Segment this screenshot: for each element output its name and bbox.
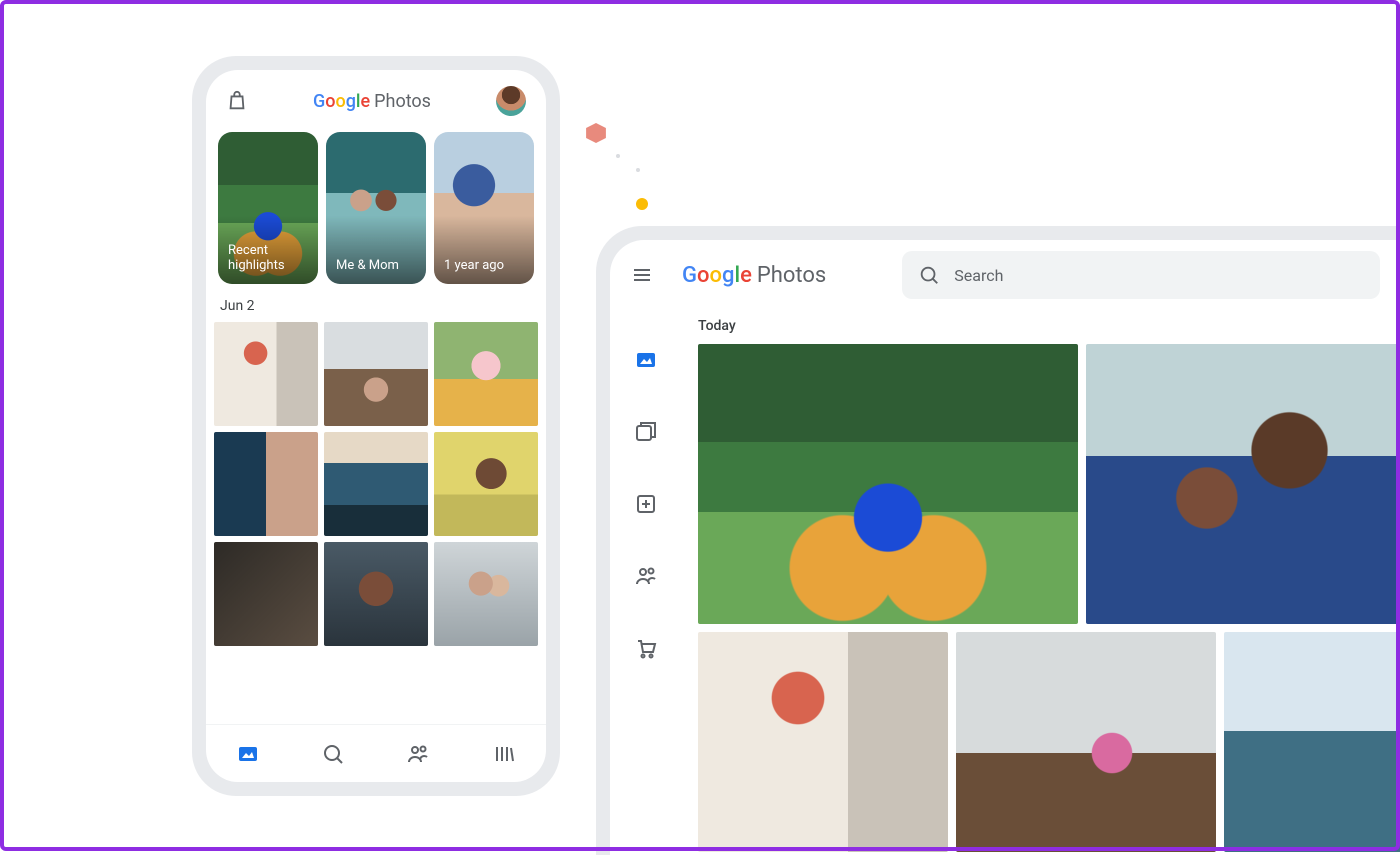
memory-label: Me & Mom xyxy=(336,258,399,274)
photo-thumbnail[interactable] xyxy=(324,322,428,426)
desktop-screen: Google Photos Search xyxy=(610,240,1400,855)
date-section-header: Today xyxy=(698,318,1400,334)
memory-label: Recent highlights xyxy=(228,243,308,274)
tab-search[interactable] xyxy=(321,742,345,766)
photo-thumbnail[interactable] xyxy=(698,632,948,852)
photo-thumbnail[interactable] xyxy=(324,432,428,536)
decoration-dot xyxy=(636,198,648,210)
photo-thumbnail[interactable] xyxy=(434,542,538,646)
search-input[interactable]: Search xyxy=(902,251,1380,299)
tab-sharing[interactable] xyxy=(405,742,431,766)
memory-card[interactable]: 1 year ago xyxy=(434,132,534,284)
hamburger-menu-icon[interactable] xyxy=(630,263,654,287)
search-placeholder: Search xyxy=(954,266,1003,285)
desktop-main: Today xyxy=(682,310,1400,855)
photo-grid xyxy=(206,322,546,646)
desktop-device-frame: Google Photos Search xyxy=(596,226,1400,855)
search-icon xyxy=(918,264,940,286)
photo-thumbnail[interactable] xyxy=(434,322,538,426)
memories-carousel: Recent highlights Me & Mom 1 year ago xyxy=(206,132,546,284)
photo-thumbnail[interactable] xyxy=(214,322,318,426)
app-name-suffix: Photos xyxy=(757,263,826,288)
mobile-device-frame: Google Photos Recent highlights Me & Mom… xyxy=(192,56,560,796)
sidenav-sharing[interactable] xyxy=(633,564,659,588)
decoration-dot xyxy=(616,154,620,158)
sidenav-photos[interactable] xyxy=(634,348,658,372)
desktop-side-nav xyxy=(610,310,682,855)
photo-thumbnail[interactable] xyxy=(214,432,318,536)
tab-library[interactable] xyxy=(492,742,516,766)
sidenav-utilities[interactable] xyxy=(634,492,658,516)
photo-thumbnail[interactable] xyxy=(1224,632,1400,852)
photo-thumbnail[interactable] xyxy=(214,542,318,646)
mobile-screen: Google Photos Recent highlights Me & Mom… xyxy=(206,70,546,782)
desktop-app-bar: Google Photos Search xyxy=(610,240,1400,310)
photo-thumbnail[interactable] xyxy=(956,632,1216,852)
photo-thumbnail[interactable] xyxy=(698,344,1078,624)
decoration-hexagon xyxy=(585,123,607,143)
tab-photos[interactable] xyxy=(236,742,260,766)
photo-thumbnail[interactable] xyxy=(1086,344,1400,624)
decoration-dot xyxy=(636,168,640,172)
memory-card[interactable]: Me & Mom xyxy=(326,132,426,284)
app-logo: Google Photos xyxy=(313,91,431,112)
photo-thumbnail[interactable] xyxy=(324,542,428,646)
memory-card[interactable]: Recent highlights xyxy=(218,132,318,284)
sidenav-explore[interactable] xyxy=(634,420,658,444)
account-avatar[interactable] xyxy=(496,86,526,116)
photo-thumbnail[interactable] xyxy=(434,432,538,536)
app-name-suffix: Photos xyxy=(374,91,431,112)
app-logo: Google Photos xyxy=(682,263,826,288)
mobile-app-bar: Google Photos xyxy=(206,70,546,132)
mobile-bottom-nav xyxy=(206,724,546,782)
photo-row xyxy=(698,344,1400,624)
memory-label: 1 year ago xyxy=(444,258,504,274)
sidenav-print-store[interactable] xyxy=(634,636,658,660)
date-section-header: Jun 2 xyxy=(206,284,546,322)
photo-row xyxy=(698,632,1400,852)
shopping-bag-icon[interactable] xyxy=(226,90,248,112)
